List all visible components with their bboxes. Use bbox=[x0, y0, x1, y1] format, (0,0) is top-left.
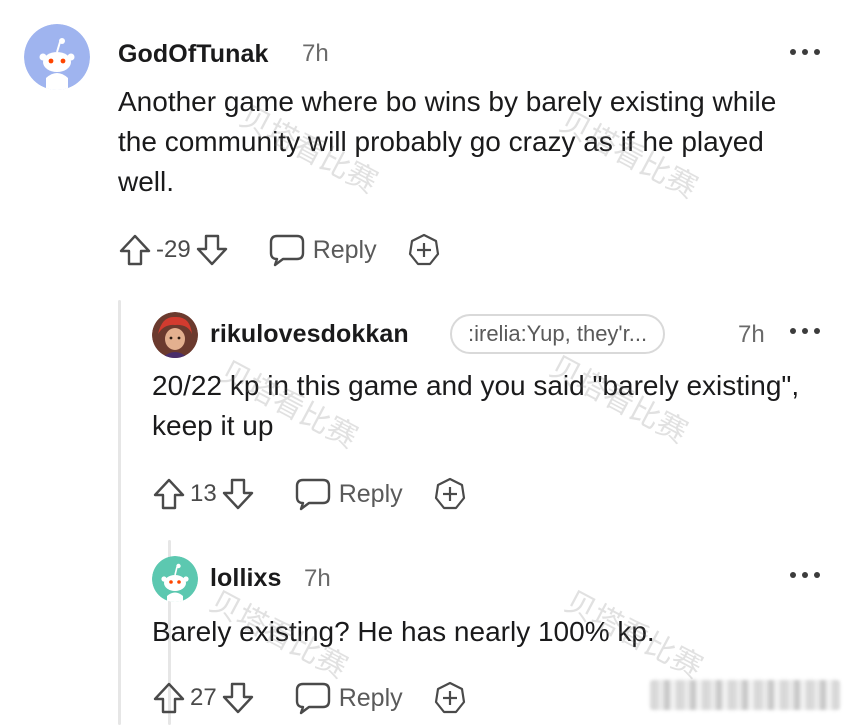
character-avatar-icon bbox=[152, 312, 198, 358]
reply-bubble-icon bbox=[295, 682, 330, 715]
comment-body: Barely existing? He has nearly 100% kp. bbox=[152, 616, 655, 647]
thread-line[interactable] bbox=[118, 300, 121, 725]
reply-label: Reply bbox=[338, 479, 403, 508]
award-icon[interactable] bbox=[433, 477, 467, 511]
vote-score: 13 bbox=[190, 480, 217, 507]
downvote-icon[interactable] bbox=[221, 477, 255, 511]
downvote-icon[interactable] bbox=[221, 681, 255, 715]
reply-bubble-icon bbox=[295, 478, 330, 511]
vote-score: -29 bbox=[156, 236, 191, 263]
blurred-logo bbox=[650, 680, 840, 710]
action-bar: -29 Reply bbox=[118, 230, 441, 270]
downvote-icon[interactable] bbox=[195, 233, 229, 267]
reply-button[interactable]: Reply bbox=[295, 681, 403, 715]
username[interactable]: rikulovesdokkan bbox=[210, 320, 409, 349]
upvote-icon[interactable] bbox=[152, 477, 186, 511]
action-bar: 27 Reply bbox=[152, 678, 467, 718]
more-options-icon[interactable] bbox=[790, 570, 820, 580]
reply-label: Reply bbox=[312, 235, 377, 264]
avatar[interactable] bbox=[24, 24, 90, 90]
comment-body: Another game where bo wins by barely exi… bbox=[118, 86, 777, 197]
comment-body: 20/22 kp in this game and you said "bare… bbox=[152, 370, 800, 441]
snoo-avatar-icon bbox=[24, 24, 90, 90]
avatar[interactable] bbox=[152, 312, 198, 358]
timestamp: 7h bbox=[302, 40, 329, 67]
avatar[interactable] bbox=[152, 556, 198, 602]
award-icon[interactable] bbox=[433, 681, 467, 715]
user-flair: :irelia:Yup, they'r... bbox=[450, 314, 666, 354]
action-bar: 13 Reply bbox=[152, 474, 467, 514]
more-options-icon[interactable] bbox=[790, 326, 820, 336]
timestamp: 7h bbox=[304, 565, 331, 592]
upvote-icon[interactable] bbox=[118, 233, 152, 267]
vote-score: 27 bbox=[190, 684, 217, 711]
username[interactable]: GodOfTunak bbox=[118, 40, 269, 69]
more-options-icon[interactable] bbox=[790, 47, 820, 57]
reply-button[interactable]: Reply bbox=[295, 477, 403, 511]
snoo-avatar-icon bbox=[152, 556, 198, 602]
timestamp: 7h bbox=[738, 321, 765, 348]
reply-bubble-icon bbox=[269, 234, 304, 267]
username[interactable]: lollixs bbox=[210, 564, 282, 593]
upvote-icon[interactable] bbox=[152, 681, 186, 715]
reply-label: Reply bbox=[338, 683, 403, 712]
reply-button[interactable]: Reply bbox=[269, 233, 377, 267]
award-icon[interactable] bbox=[407, 233, 441, 267]
